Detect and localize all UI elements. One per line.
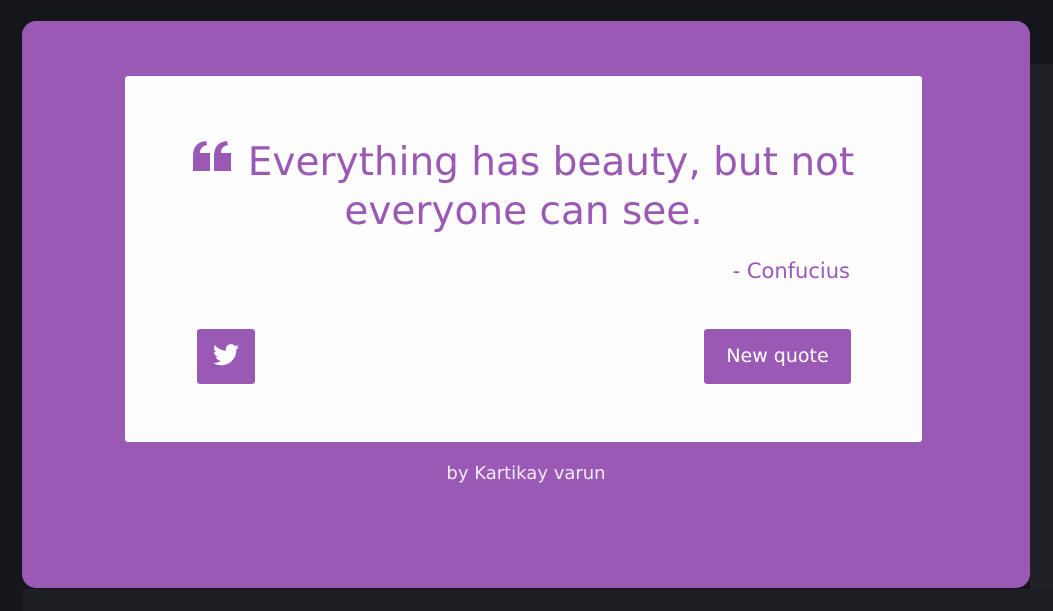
quote-text-container: Everything has beauty, but not everyone … (165, 134, 882, 236)
footer-author-link[interactable]: Kartikay varun (474, 463, 605, 484)
quote-text: Everything has beauty, but not everyone … (247, 140, 855, 234)
app-panel: Everything has beauty, but not everyone … (22, 21, 1030, 588)
backdrop-edge (1030, 64, 1053, 611)
quote-author: - Confucius (732, 259, 850, 283)
new-quote-button[interactable]: New quote (704, 329, 851, 384)
footer-prefix: by (446, 463, 475, 484)
quote-left-icon (192, 134, 231, 171)
backdrop-bottom-edge (22, 589, 1053, 611)
quote-box: Everything has beauty, but not everyone … (125, 76, 922, 442)
twitter-icon (213, 343, 239, 370)
footer-credit: by Kartikay varun (22, 462, 1030, 486)
tweet-button[interactable] (197, 329, 255, 384)
